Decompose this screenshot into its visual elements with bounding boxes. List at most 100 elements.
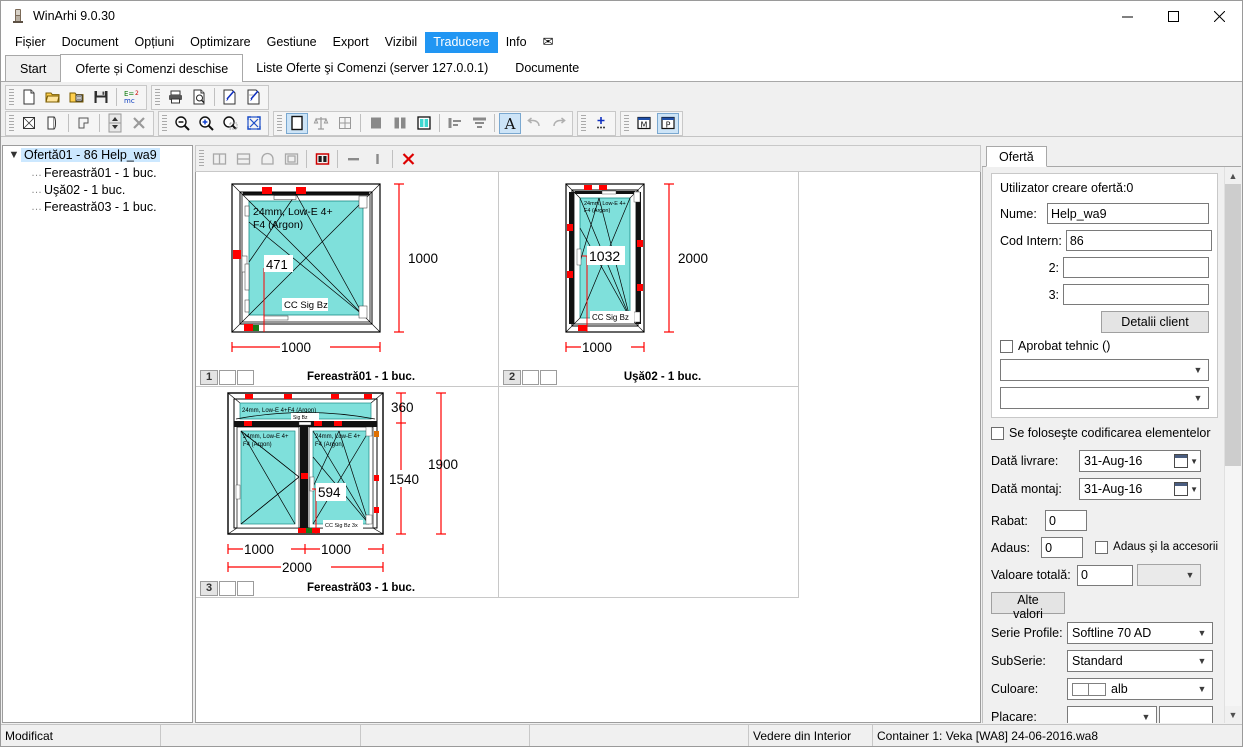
chevron-down-icon[interactable]: ▼	[1194, 656, 1210, 666]
mail-icon[interactable]: ✉	[535, 31, 560, 53]
detalii-client-button[interactable]: Detalii client	[1101, 311, 1209, 333]
align-left-icon[interactable]	[444, 113, 466, 134]
toolbar-grip[interactable]	[9, 88, 14, 106]
valoare-totala-input[interactable]	[1077, 564, 1133, 586]
menu-optiuni[interactable]: Opțiuni	[127, 32, 183, 53]
print-icon[interactable]	[164, 87, 186, 108]
calendar-dropdown[interactable]: ▼	[1174, 454, 1198, 468]
save-icon[interactable]	[90, 87, 112, 108]
tab-oferta[interactable]: Ofertă	[986, 146, 1047, 167]
alte-valori-button[interactable]: Alte valori	[991, 592, 1065, 621]
scroll-up-icon[interactable]: ▲	[1224, 167, 1241, 184]
flip-element-icon[interactable]	[73, 113, 95, 134]
minimize-button[interactable]	[1104, 1, 1150, 31]
tab-liste-oferte-comenzi[interactable]: Liste Oferte şi Comenzi (server 127.0.0.…	[242, 55, 502, 81]
copy-element-icon[interactable]	[42, 113, 64, 134]
chevron-down-icon[interactable]: ▼	[1194, 684, 1210, 694]
valuta-combo[interactable]: ▼	[1137, 564, 1201, 586]
element-canvas[interactable]: 24mm, Low-E 4+ F4 (Argon) 471 CC Sig Bz	[195, 172, 981, 723]
align-top-icon[interactable]	[468, 113, 490, 134]
placare-combo-2[interactable]	[1159, 706, 1213, 723]
zoom-in-icon[interactable]	[195, 113, 217, 134]
chevron-down-icon[interactable]: ▼	[1138, 712, 1154, 722]
balance-icon[interactable]	[310, 113, 332, 134]
zoom-fit-icon[interactable]	[243, 113, 265, 134]
chevron-down-icon[interactable]: ▼	[1190, 393, 1206, 403]
spinner-icon[interactable]	[104, 113, 126, 134]
frame-icon[interactable]	[280, 148, 302, 169]
tab-start[interactable]: Start	[5, 55, 62, 81]
canvas-cell-2[interactable]: 24mm, Low-E 4+ F4 (Argon) 1032 CC Sig Bz	[499, 172, 799, 387]
formula-icon[interactable]: E= 2 mc	[121, 87, 143, 108]
chevron-down-icon[interactable]: ▼	[1190, 365, 1206, 375]
subserie-combo[interactable]: Standard ▼	[1067, 650, 1213, 672]
menu-document[interactable]: Document	[54, 32, 127, 53]
adaus-accesorii-checkbox[interactable]	[1095, 541, 1109, 554]
delete-icon[interactable]	[128, 113, 150, 134]
cell-checkbox-b-3[interactable]	[237, 580, 254, 596]
aprobat-tehnic-row[interactable]: Aprobat tehnic ()	[1000, 339, 1209, 353]
split-horizontal-icon[interactable]	[232, 148, 254, 169]
menu-gestiune[interactable]: Gestiune	[259, 32, 325, 53]
fill-solid-icon[interactable]	[365, 113, 387, 134]
zoom-region-icon[interactable]	[219, 113, 241, 134]
canvas-cell-1[interactable]: 24mm, Low-E 4+ F4 (Argon) 471 CC Sig Bz	[196, 172, 499, 387]
open-list-icon[interactable]	[66, 87, 88, 108]
cell-checkbox-a-1[interactable]	[219, 369, 236, 385]
canvas-cell-3[interactable]: 24mm, Low-E 4+F4 (Argon) Sig Bz 24mm, Lo…	[196, 387, 499, 598]
scrollbar-track[interactable]	[1224, 184, 1241, 706]
split-vertical-icon[interactable]	[208, 148, 230, 169]
cell-checkbox-b-2[interactable]	[540, 369, 557, 385]
grid-icon[interactable]	[334, 113, 356, 134]
aprobat-tehnic-checkbox[interactable]	[1000, 339, 1013, 353]
zoom-out-icon[interactable]	[171, 113, 193, 134]
chevron-down-icon[interactable]: ▼	[7, 149, 21, 161]
menu-export[interactable]: Export	[325, 32, 377, 53]
toolbar-grip[interactable]	[199, 150, 204, 167]
material-icon[interactable]: M	[633, 113, 655, 134]
add-point-icon[interactable]	[590, 113, 612, 134]
chevron-down-icon[interactable]: ▼	[1194, 628, 1210, 638]
redo-icon[interactable]	[547, 113, 569, 134]
menu-optimizare[interactable]: Optimizare	[182, 32, 258, 53]
adaus-input[interactable]	[1041, 537, 1084, 558]
horizontal-bar-icon[interactable]	[342, 148, 364, 169]
open-folder-icon[interactable]	[42, 87, 64, 108]
edit-document-2-icon[interactable]	[243, 87, 265, 108]
tab-documente[interactable]: Documente	[501, 55, 593, 81]
rabat-input[interactable]	[1045, 510, 1087, 531]
data-livrare-datepicker[interactable]: 31-Aug-16 ▼	[1079, 450, 1201, 472]
cell-checkbox-a-2[interactable]	[522, 369, 539, 385]
edit-document-icon[interactable]	[219, 87, 241, 108]
sash-split-icon[interactable]	[311, 148, 333, 169]
scrollbar-thumb[interactable]	[1224, 184, 1241, 466]
undo-icon[interactable]	[523, 113, 545, 134]
toolbar-grip[interactable]	[155, 88, 160, 106]
calendar-icon[interactable]	[1174, 454, 1189, 468]
arch-icon[interactable]	[256, 148, 278, 169]
menu-traducere[interactable]: Traducere	[425, 31, 498, 53]
nume-input[interactable]	[1047, 203, 1209, 224]
cod-intern-input[interactable]	[1065, 230, 1212, 251]
single-view-icon[interactable]	[286, 112, 308, 134]
close-button[interactable]	[1196, 1, 1242, 31]
tree-item-fereastra01[interactable]: … Fereastră01 - 1 buc.	[3, 164, 192, 181]
element-properties-icon[interactable]	[18, 113, 40, 134]
scroll-down-icon[interactable]: ▼	[1224, 706, 1241, 723]
client-combo-1[interactable]: ▼	[1000, 359, 1209, 381]
cell-checkbox-a-3[interactable]	[219, 580, 236, 596]
field2-input[interactable]	[1063, 257, 1209, 278]
tab-oferte-comenzi-deschise[interactable]: Oferte și Comenzi deschise	[60, 54, 244, 82]
property-scrollbar[interactable]: ▲ ▼	[1224, 167, 1241, 723]
chevron-down-icon[interactable]: ▼	[1182, 570, 1198, 580]
serie-profile-combo[interactable]: Softline 70 AD ▼	[1067, 622, 1213, 644]
fill-split-icon[interactable]	[389, 113, 411, 134]
tree-root-item[interactable]: ▼ Ofertă01 - 86 Help_wa9	[3, 146, 192, 164]
field3-input[interactable]	[1063, 284, 1209, 305]
client-combo-2[interactable]: ▼	[1000, 387, 1209, 409]
codificare-row[interactable]: Se foloseşte codificarea elementelor	[991, 426, 1218, 440]
chevron-down-icon[interactable]: ▼	[1190, 457, 1198, 466]
toolbar-grip[interactable]	[9, 114, 14, 132]
chevron-down-icon[interactable]: ▼	[1190, 485, 1198, 494]
profile-icon[interactable]: P	[657, 112, 679, 134]
